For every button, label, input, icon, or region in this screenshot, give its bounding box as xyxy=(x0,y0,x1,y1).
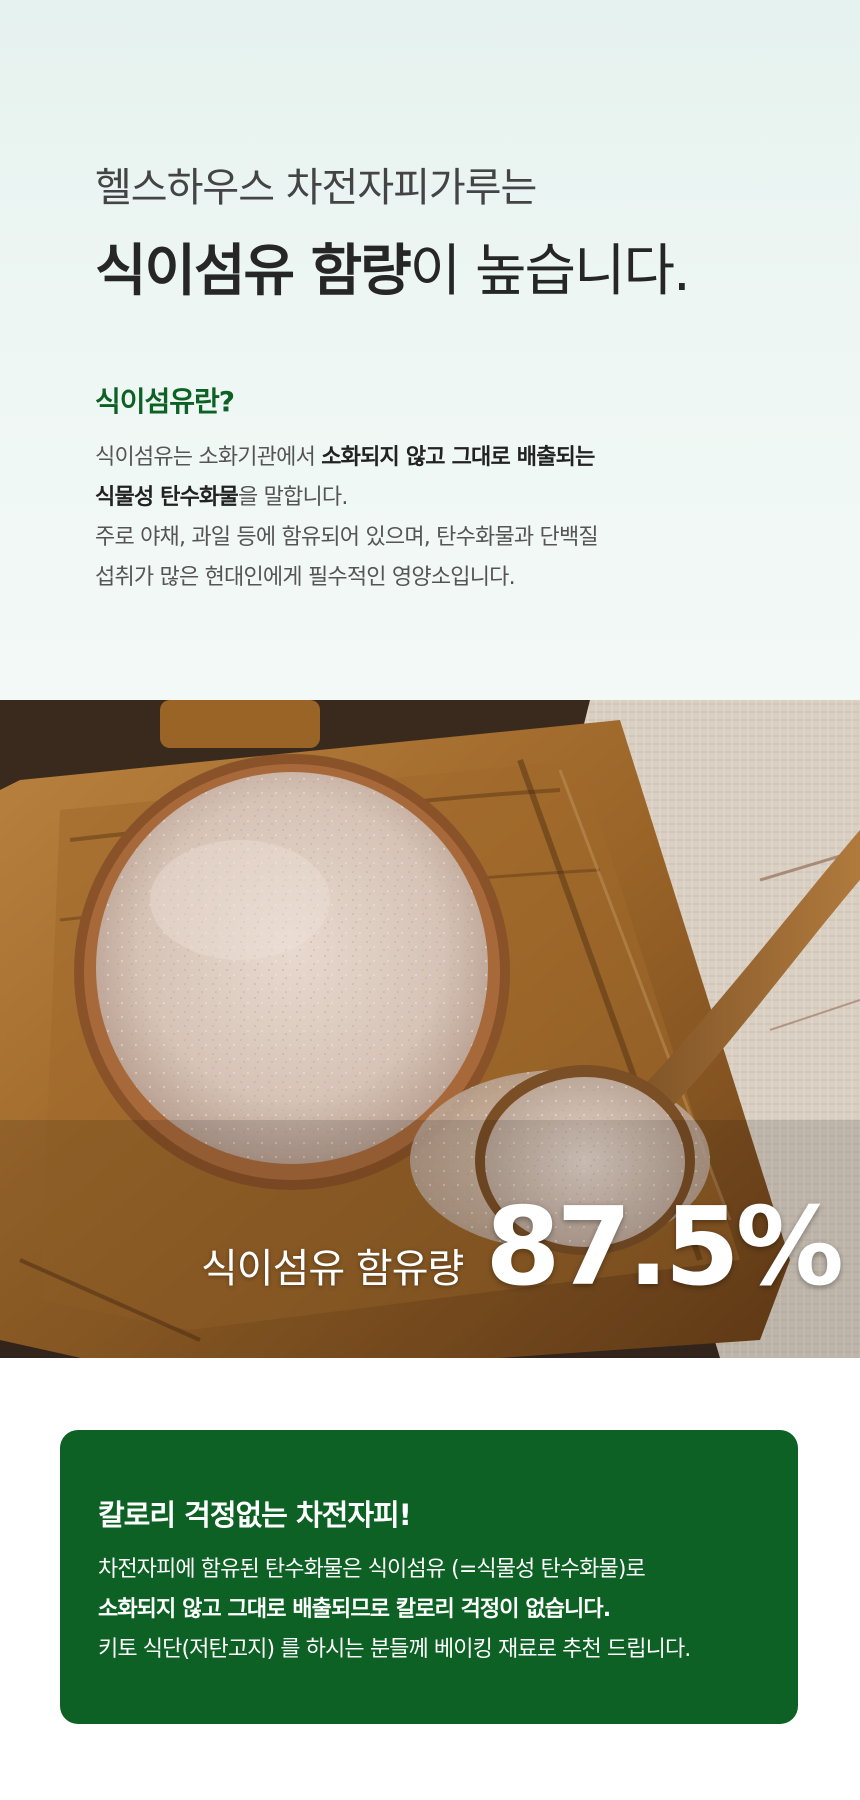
definition-line-1-bold: 소화되지 않고 그대로 배출되는 xyxy=(321,445,595,470)
intro-title: 식이섬유 함량이 높습니다. xyxy=(95,226,691,307)
intro-title-regular: 이 높습니다. xyxy=(409,239,691,304)
definition-line-4: 섭취가 많은 현대인에게 필수적인 영양소입니다. xyxy=(95,565,516,590)
card-line-3: 키토 식단(저탄고지) 를 하시는 분들께 베이킹 재료로 추천 드립니다. xyxy=(98,1637,691,1662)
definition-line-2: 식물성 탄수화물을 말합니다. xyxy=(95,478,795,518)
card-line-2-bold: 소화되지 않고 그대로 배출되므로 칼로리 걱정이 없습니다. xyxy=(98,1597,611,1622)
definition-line-1-normal: 식이섬유는 소화기관에서 xyxy=(95,445,322,470)
card-line-2: 소화되지 않고 그대로 배출되므로 칼로리 걱정이 없습니다. xyxy=(98,1590,778,1630)
fiber-content-value: 87.5% xyxy=(485,1185,844,1310)
intro-subtitle: 헬스하우스 차전자피가루는 xyxy=(95,165,537,211)
product-photo: 식이섬유 함유량 87.5% xyxy=(0,700,860,1358)
fiber-definition-text: 식이섬유는 소화기관에서 소화되지 않고 그대로 배출되는 식물성 탄수화물을 … xyxy=(95,438,795,598)
definition-line-1: 식이섬유는 소화기관에서 소화되지 않고 그대로 배출되는 xyxy=(95,438,795,478)
card-line-1: 차전자피에 함유된 탄수화물은 식이섬유 (=식물성 탄수화물)로 xyxy=(98,1557,646,1582)
intro-section: 헬스하우스 차전자피가루는 식이섬유 함량이 높습니다. 식이섬유란? 식이섬유… xyxy=(0,0,860,700)
definition-line-2-normal: 을 말합니다. xyxy=(237,485,348,510)
calorie-card-title: 칼로리 걱정없는 차전자피! xyxy=(98,1498,412,1532)
fiber-content-label: 식이섬유 함유량 xyxy=(200,1246,464,1292)
fiber-content-stat: 식이섬유 함유량 87.5% xyxy=(200,1185,844,1310)
definition-line-2-bold: 식물성 탄수화물 xyxy=(95,485,239,510)
intro-title-bold: 식이섬유 함량 xyxy=(95,239,412,304)
calorie-info-card: 칼로리 걱정없는 차전자피! 차전자피에 함유된 탄수화물은 식이섬유 (=식물… xyxy=(60,1430,798,1724)
fiber-definition-heading: 식이섬유란? xyxy=(95,385,235,418)
definition-line-3: 주로 야채, 과일 등에 함유되어 있으며, 탄수화물과 단백질 xyxy=(95,525,599,550)
calorie-card-text: 차전자피에 함유된 탄수화물은 식이섬유 (=식물성 탄수화물)로 소화되지 않… xyxy=(98,1550,778,1670)
